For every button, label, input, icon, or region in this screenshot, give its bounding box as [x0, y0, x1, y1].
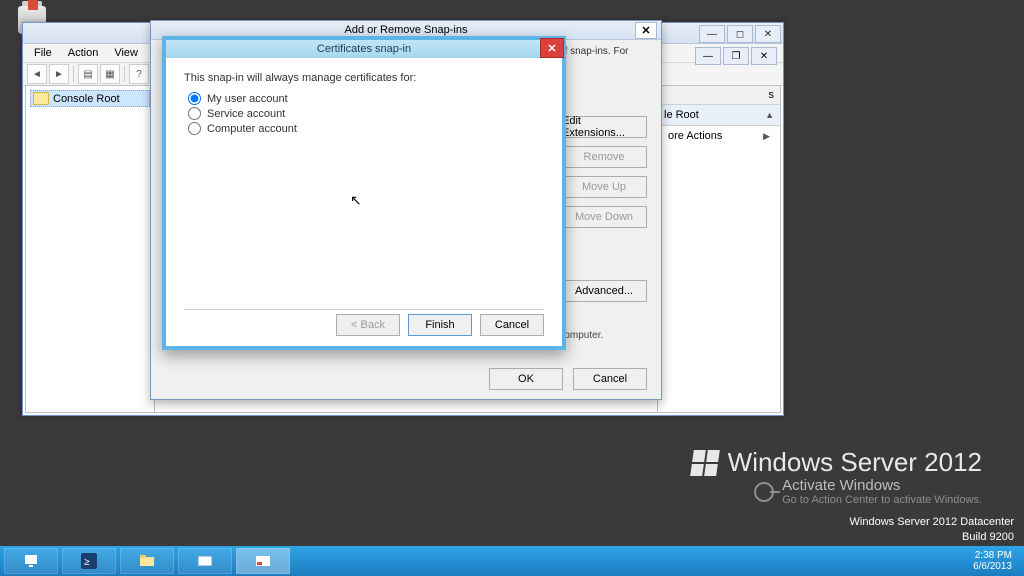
radio-computer-input[interactable]: [188, 122, 201, 135]
taskbar-mmc[interactable]: [236, 548, 290, 574]
maximize-button[interactable]: ◻: [727, 25, 753, 43]
add-remove-close-button[interactable]: ✕: [635, 22, 657, 39]
menu-file[interactable]: File: [27, 46, 59, 60]
menu-action[interactable]: Action: [61, 46, 106, 60]
radio-service-input[interactable]: [188, 107, 201, 120]
radio-user-input[interactable]: [188, 92, 201, 105]
wizard-title-text: Certificates snap-in: [317, 43, 411, 55]
doc-minimize-button[interactable]: —: [695, 47, 721, 65]
cancel-button[interactable]: Cancel: [573, 368, 647, 390]
wizard-finish-button[interactable]: Finish: [408, 314, 472, 336]
taskbar-server-manager[interactable]: [4, 548, 58, 574]
close-button[interactable]: ✕: [755, 25, 781, 43]
actions-section[interactable]: le Root ▲: [658, 105, 780, 126]
ok-button[interactable]: OK: [489, 368, 563, 390]
key-icon: [754, 482, 774, 502]
back-button[interactable]: ◄: [27, 64, 47, 84]
radio-service-account[interactable]: Service account: [188, 107, 544, 120]
mouse-cursor-icon: ↖: [350, 192, 362, 209]
wizard-titlebar[interactable]: Certificates snap-in ✕: [166, 40, 562, 58]
server-manager-icon: [23, 553, 39, 569]
radio-computer-account[interactable]: Computer account: [188, 122, 544, 135]
system-tray[interactable]: 2:38 PM 6/6/2013: [973, 550, 1020, 572]
generic-app-icon: [197, 553, 213, 569]
move-up-button[interactable]: Move Up: [561, 176, 647, 198]
svg-text:≥: ≥: [84, 557, 90, 568]
windows-logo-icon: [690, 450, 720, 476]
edit-extensions-button[interactable]: Edit Extensions...: [561, 116, 647, 138]
build-info: Windows Server 2012 Datacenter Build 920…: [850, 515, 1014, 544]
wizard-cancel-button[interactable]: Cancel: [480, 314, 544, 336]
folder-icon: [33, 92, 49, 105]
os-brand: Windows Server 2012: [692, 447, 982, 478]
chevron-right-icon: ▶: [763, 131, 770, 142]
doc-close-button[interactable]: ✕: [751, 47, 777, 65]
chevron-up-icon: ▲: [765, 110, 774, 120]
taskbar-powershell[interactable]: ≥: [62, 548, 116, 574]
tree-root-item[interactable]: Console Root: [30, 90, 150, 107]
move-down-button[interactable]: Move Down: [561, 206, 647, 228]
taskbar[interactable]: ≥ 2:38 PM 6/6/2013: [0, 546, 1024, 576]
advanced-button[interactable]: Advanced...: [561, 280, 647, 302]
more-actions-item[interactable]: ore Actions ▶: [658, 126, 780, 146]
add-remove-title-text: Add or Remove Snap-ins: [345, 24, 468, 36]
powershell-icon: ≥: [81, 553, 97, 569]
menu-view[interactable]: View: [107, 46, 145, 60]
properties-button[interactable]: ▦: [100, 64, 120, 84]
up-button[interactable]: ▤: [78, 64, 98, 84]
wizard-back-button[interactable]: < Back: [336, 314, 400, 336]
actions-pane: s le Root ▲ ore Actions ▶: [658, 85, 781, 413]
certificates-snapin-dialog: Certificates snap-in ✕ This snap-in will…: [162, 36, 566, 350]
help-button[interactable]: ?: [129, 64, 149, 84]
radio-my-user-account[interactable]: My user account: [188, 92, 544, 105]
clock[interactable]: 2:38 PM 6/6/2013: [973, 550, 1012, 572]
taskbar-app-1[interactable]: [178, 548, 232, 574]
activate-windows-watermark: Activate Windows Go to Action Center to …: [754, 477, 982, 506]
mmc-icon: [255, 553, 271, 569]
snapin-desc-fragment: of snap-ins. For: [559, 46, 649, 57]
taskbar-explorer[interactable]: [120, 548, 174, 574]
actions-header: s: [658, 86, 780, 105]
minimize-button[interactable]: —: [699, 25, 725, 43]
wizard-close-button[interactable]: ✕: [540, 38, 564, 58]
tree-pane[interactable]: Console Root: [25, 85, 155, 413]
remove-button[interactable]: Remove: [561, 146, 647, 168]
tree-root-label: Console Root: [53, 93, 120, 105]
wizard-prompt: This snap-in will always manage certific…: [184, 72, 544, 84]
explorer-icon: [139, 553, 155, 569]
forward-button[interactable]: ►: [49, 64, 69, 84]
doc-restore-button[interactable]: ❐: [723, 47, 749, 65]
